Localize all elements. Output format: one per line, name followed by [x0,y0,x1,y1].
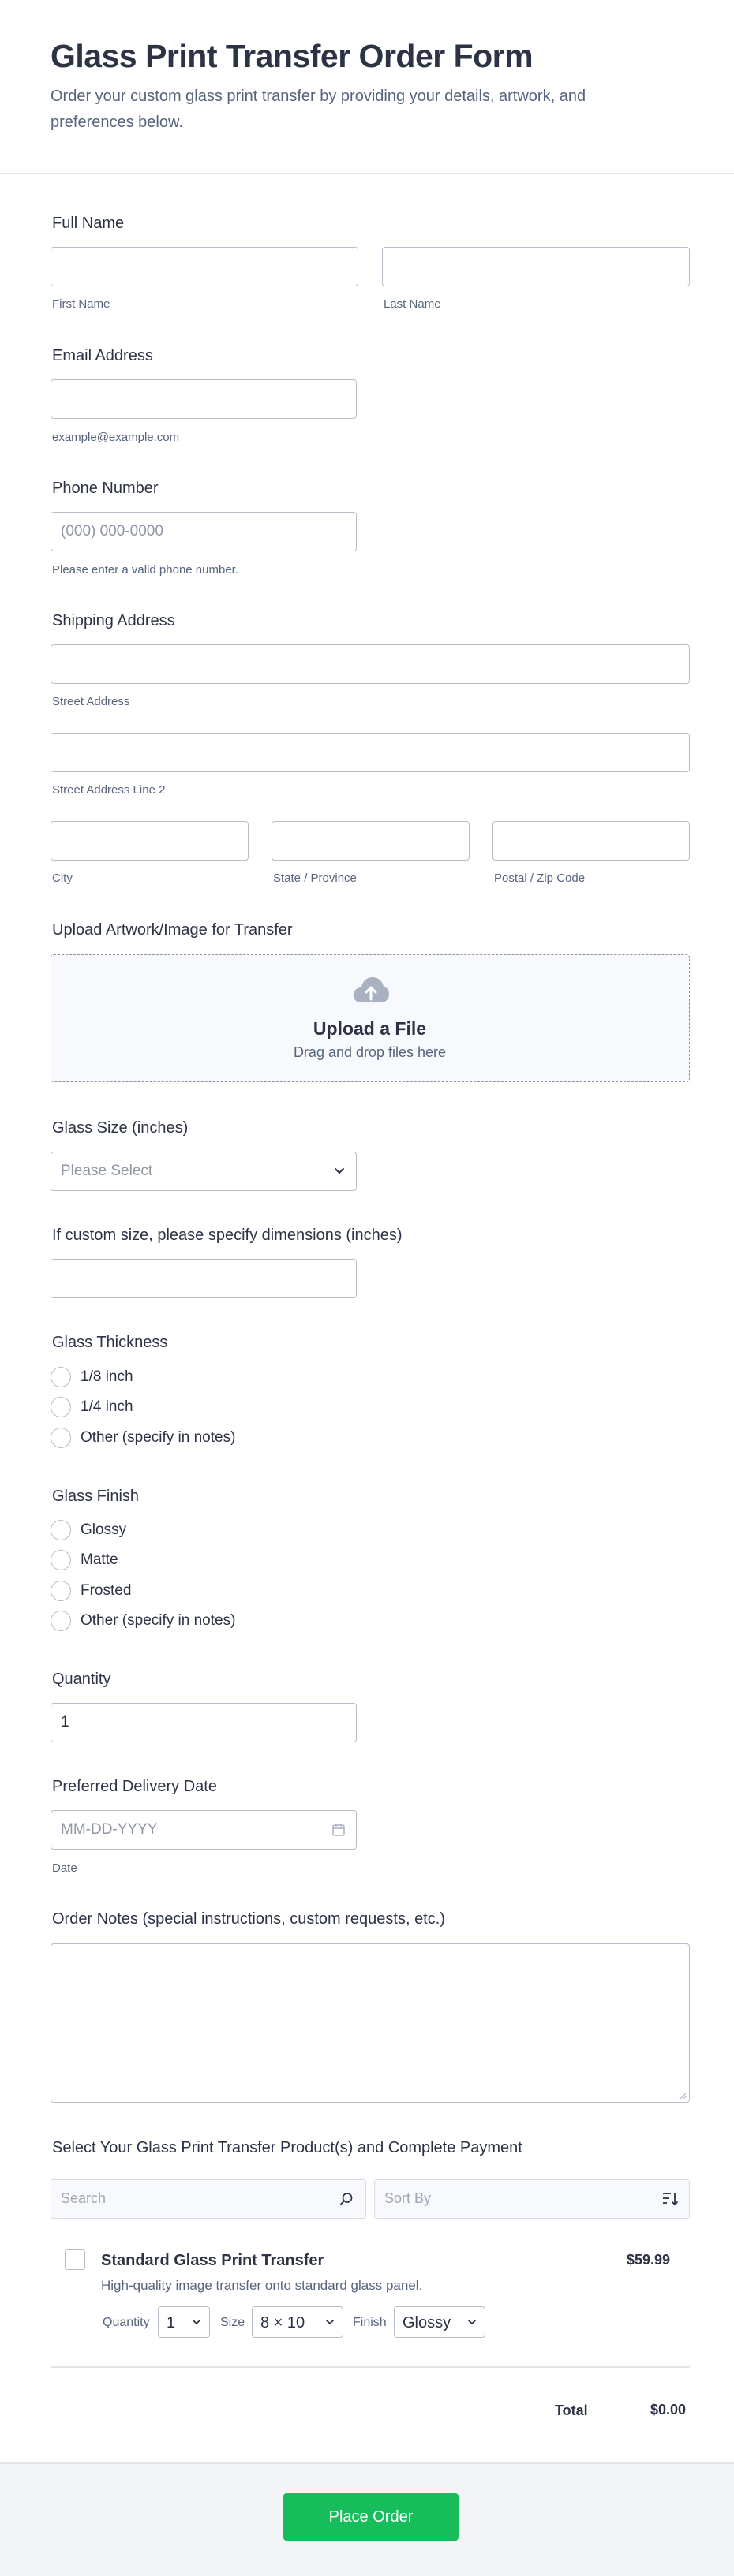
order-form: Glass Print Transfer Order Form Order yo… [0,0,734,2576]
product-quantity-select[interactable]: 1 [158,2306,210,2338]
products-label: Select Your Glass Print Transfer Product… [52,2139,522,2156]
glass-size-label: Glass Size (inches) [52,1119,189,1137]
upload-label: Upload Artwork/Image for Transfer [52,921,293,939]
header-divider [0,173,734,174]
product-size-select[interactable]: 8 × 10 [252,2306,343,2338]
street-address-2-input[interactable] [51,733,690,772]
finish-option[interactable]: Frosted [51,1580,131,1602]
city-sublabel: City [52,872,73,885]
delivery-date-label: Preferred Delivery Date [52,1778,217,1795]
chevron-down-icon [335,1168,344,1174]
email-input[interactable] [51,379,357,419]
state-input[interactable] [272,821,470,861]
product-finish-label: Finish [353,2316,387,2329]
radio-button[interactable] [51,1397,71,1417]
search-icon [340,2193,353,2205]
glass-size-placeholder: Please Select [61,1163,153,1179]
phone-sublabel: Please enter a valid phone number. [52,563,238,577]
custom-size-input[interactable] [51,1259,357,1298]
finish-option[interactable]: Other (specify in notes) [51,1610,235,1632]
finish-option-label: Frosted [81,1582,132,1599]
quantity-input[interactable]: 1 [51,1703,357,1742]
calendar-icon[interactable] [331,1823,346,1837]
first-name-input[interactable] [51,247,358,286]
phone-label: Phone Number [52,480,159,497]
cloud-upload-icon [353,977,389,1002]
email-sublabel: example@example.com [52,431,180,444]
custom-size-label: If custom size, please specify dimension… [52,1226,403,1244]
file-upload-dropzone[interactable]: Upload a File Drag and drop files here [51,954,690,1082]
thickness-option[interactable]: Other (specify in notes) [51,1427,235,1449]
email-label: Email Address [52,347,153,364]
street-address-2-sublabel: Street Address Line 2 [52,783,166,797]
finish-option[interactable]: Matte [51,1549,118,1571]
radio-button[interactable] [51,1367,71,1387]
last-name-input[interactable] [382,247,690,286]
thickness-option-label: 1/8 inch [81,1368,133,1385]
sort-icon [663,2193,679,2206]
page-title: Glass Print Transfer Order Form [51,38,534,74]
order-notes-textarea[interactable] [51,1943,690,2103]
product-size-value: 8 × 10 [260,2314,305,2331]
chevron-down-icon [468,2320,476,2325]
page-subtitle: Order your custom glass print transfer b… [51,88,586,131]
last-name-sublabel: Last Name [384,297,441,311]
delivery-date-placeholder: MM-DD-YYYY [61,1821,158,1838]
thickness-label: Glass Thickness [52,1334,168,1351]
finish-label: Glass Finish [52,1488,140,1505]
zip-input[interactable] [492,821,690,861]
product-price: $59.99 [627,2252,671,2268]
delivery-date-sublabel: Date [52,1861,77,1875]
product-description: High-quality image transfer onto standar… [101,2278,423,2293]
product-name: Standard Glass Print Transfer [101,2252,324,2269]
phone-placeholder: (000) 000-0000 [61,523,163,539]
quantity-value: 1 [61,1714,69,1730]
radio-button[interactable] [51,1550,71,1570]
thickness-option[interactable]: 1/8 inch [51,1366,133,1388]
sort-placeholder: Sort By [384,2190,432,2206]
search-placeholder: Search [61,2190,107,2206]
product-size-label: Size [220,2316,245,2329]
finish-option[interactable]: Glossy [51,1519,126,1541]
finish-option-label: Other (specify in notes) [81,1612,236,1629]
chevron-down-icon [326,2320,334,2325]
radio-button[interactable] [51,1520,71,1540]
state-sublabel: State / Province [273,872,357,885]
thickness-option-label: 1/4 inch [81,1398,133,1415]
product-quantity-label: Quantity [103,2316,150,2329]
product-finish-select[interactable]: Glossy [394,2306,485,2338]
address-label: Shipping Address [52,612,175,629]
notes-label: Order Notes (special instructions, custo… [52,1910,445,1928]
thickness-option-label: Other (specify in notes) [81,1429,236,1446]
product-quantity-value: 1 [167,2314,176,2331]
total-label: Total [555,2402,588,2418]
product-finish-value: Glossy [403,2314,451,2331]
resize-handle-icon[interactable] [679,2092,687,2100]
zip-sublabel: Postal / Zip Code [494,872,586,885]
finish-option-label: Glossy [81,1521,127,1538]
finish-option-label: Matte [81,1551,118,1568]
chevron-down-icon [193,2320,200,2325]
products-divider [51,2366,690,2368]
upload-subtitle: Drag and drop files here [293,1044,447,1060]
radio-button[interactable] [51,1611,71,1631]
radio-button[interactable] [51,1428,71,1448]
total-value: $0.00 [650,2402,687,2417]
city-input[interactable] [51,821,249,861]
thickness-option[interactable]: 1/4 inch [51,1396,133,1418]
upload-title: Upload a File [313,1018,427,1039]
quantity-label: Quantity [52,1671,111,1688]
first-name-sublabel: First Name [52,297,110,311]
glass-size-select[interactable]: Please Select [51,1152,357,1191]
delivery-date-input[interactable]: MM-DD-YYYY [51,1810,357,1850]
phone-input[interactable]: (000) 000-0000 [51,512,357,551]
product-search-input[interactable]: Search [51,2179,366,2219]
full-name-label: Full Name [52,215,125,232]
place-order-button[interactable]: Place Order [283,2493,459,2541]
radio-button[interactable] [51,1581,71,1601]
sort-by-select[interactable]: Sort By [374,2179,690,2219]
street-address-sublabel: Street Address [52,695,130,708]
product-checkbox[interactable] [65,2249,85,2270]
street-address-input[interactable] [51,644,690,684]
